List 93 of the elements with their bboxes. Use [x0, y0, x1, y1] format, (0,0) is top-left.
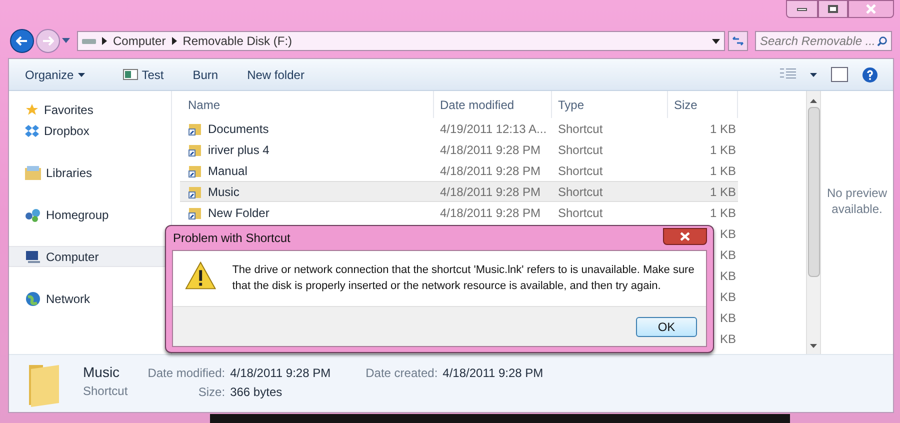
computer-icon: [25, 250, 41, 264]
minimize-button[interactable]: [786, 0, 818, 18]
toolbar-button[interactable]: New folder: [246, 66, 306, 84]
breadcrumb[interactable]: Computer: [113, 32, 166, 50]
dropdown-caret-icon[interactable]: [810, 72, 817, 76]
date-cell: 4/18/2011 9:28 PM: [440, 206, 541, 220]
help-icon[interactable]: [862, 66, 878, 82]
dropbox-icon: [25, 124, 39, 136]
ok-button[interactable]: OK: [636, 316, 697, 336]
nav-item[interactable]: Libraries: [9, 162, 171, 183]
size-cell: 1 KB: [710, 122, 736, 136]
date-cell: 4/18/2011 9:28 PM: [440, 164, 541, 178]
size-cell: KB: [720, 310, 736, 324]
file-name: New Folder: [208, 204, 270, 222]
homegroup-icon: [25, 208, 41, 222]
details-value: 4/18/2011 9:28 PM: [230, 365, 331, 382]
file-row[interactable]: Music 4/18/2011 9:28 PM Shortcut 1 KB: [180, 181, 738, 202]
details-label: Date created:: [364, 365, 438, 382]
file-row[interactable]: New Folder 4/18/2011 9:28 PM Shortcut 1 KB: [180, 202, 738, 223]
drive-icon: [82, 37, 96, 45]
preview-message: No preview available.: [826, 185, 888, 218]
close-icon: [866, 4, 876, 14]
address-bar[interactable]: Computer Removable Disk (F:): [77, 31, 725, 51]
details-value: 366 bytes: [230, 384, 284, 401]
file-row[interactable]: Manual 4/18/2011 9:28 PM Shortcut 1 KB: [180, 160, 738, 181]
type-cell: Shortcut: [558, 122, 603, 136]
date-cell: 4/18/2011 9:28 PM: [440, 184, 541, 198]
shortcut-folder-icon: [188, 122, 202, 136]
scroll-down-icon[interactable]: [810, 344, 817, 348]
nav-item[interactable]: Homegroup: [9, 204, 171, 225]
toolbar-button[interactable]: Burn: [192, 66, 220, 84]
scrollbar[interactable]: [806, 91, 821, 354]
size-cell: 1 KB: [710, 142, 736, 156]
column-header[interactable]: Type: [552, 91, 668, 118]
size-cell: 1 KB: [710, 206, 736, 220]
refresh-button[interactable]: [728, 31, 748, 51]
dropdown-caret-icon[interactable]: [712, 38, 720, 44]
dialog-title: Problem with Shortcut: [173, 230, 290, 247]
toolbar-button[interactable]: Test: [122, 66, 165, 84]
size-cell: KB: [720, 248, 736, 262]
nav-item[interactable]: Favorites: [9, 99, 171, 120]
file-row[interactable]: Documents 4/19/2011 12:13 A... Shortcut 1 KB: [180, 118, 738, 139]
file-name: iriver plus 4: [208, 142, 270, 158]
file-name: Documents: [208, 120, 269, 138]
forward-arrow-icon: [42, 36, 54, 46]
view-list-icon[interactable]: [780, 68, 796, 81]
type-cell: Shortcut: [558, 142, 603, 156]
refresh-icon: [732, 36, 744, 46]
size-cell: 1 KB: [710, 164, 736, 178]
column-header[interactable]: Name: [180, 91, 434, 118]
warning-icon: [185, 261, 216, 291]
toolbar-button[interactable]: Organize: [24, 66, 86, 84]
back-arrow-icon: [16, 36, 28, 46]
shortcut-folder-icon: [188, 164, 202, 178]
details-name: Music: [83, 363, 121, 382]
type-cell: Shortcut: [558, 164, 603, 178]
shortcut-folder-icon: [188, 206, 202, 220]
details-type: Shortcut: [83, 383, 128, 400]
breadcrumb[interactable]: Removable Disk (F:): [182, 32, 292, 50]
nav-item[interactable]: Dropbox: [9, 120, 171, 141]
program-icon: [122, 69, 138, 80]
shortcut-folder-icon: [188, 142, 202, 156]
details-value: 4/18/2011 9:28 PM: [442, 365, 544, 382]
details-label: Date modified:: [148, 365, 226, 382]
size-cell: KB: [720, 332, 736, 346]
star-icon: [25, 102, 39, 116]
close-icon: [680, 232, 690, 240]
network-icon: [25, 290, 41, 306]
column-header[interactable]: Size: [668, 91, 738, 118]
file-row[interactable]: iriver plus 4 4/18/2011 9:28 PM Shortcut 1 KB: [180, 139, 738, 160]
scroll-up-icon[interactable]: [810, 99, 817, 103]
search-icon: [876, 36, 887, 46]
search-field[interactable]: Search Removable ...: [755, 31, 892, 51]
close-button[interactable]: [848, 0, 894, 18]
breadcrumb-arrow-icon[interactable]: [172, 37, 177, 45]
type-cell: Shortcut: [558, 184, 603, 198]
date-cell: 4/18/2011 9:28 PM: [440, 142, 541, 156]
preview-pane-icon[interactable]: [831, 67, 848, 82]
file-name: Music: [208, 184, 240, 200]
date-cell: 4/19/2011 12:13 A...: [440, 122, 547, 136]
close-button[interactable]: [663, 228, 707, 244]
details-label: Size:: [197, 384, 226, 401]
library-icon: [25, 166, 41, 180]
dropdown-caret-icon: [78, 72, 85, 76]
scroll-thumb[interactable]: [808, 107, 820, 277]
type-cell: Shortcut: [558, 206, 603, 220]
file-name: Manual: [208, 162, 248, 180]
size-cell: 1 KB: [710, 184, 736, 198]
shortcut-folder-icon: [188, 184, 202, 198]
column-header[interactable]: Date modified: [434, 91, 552, 118]
maximize-button[interactable]: [818, 0, 848, 18]
breadcrumb-arrow-icon[interactable]: [102, 37, 107, 45]
dialog-message: The drive or network connection that the shortcut 'Music.lnk' refers to is unavailable. Make sure that the disk is properly inserted or the network resource is available, and then try again.: [232, 263, 696, 294]
